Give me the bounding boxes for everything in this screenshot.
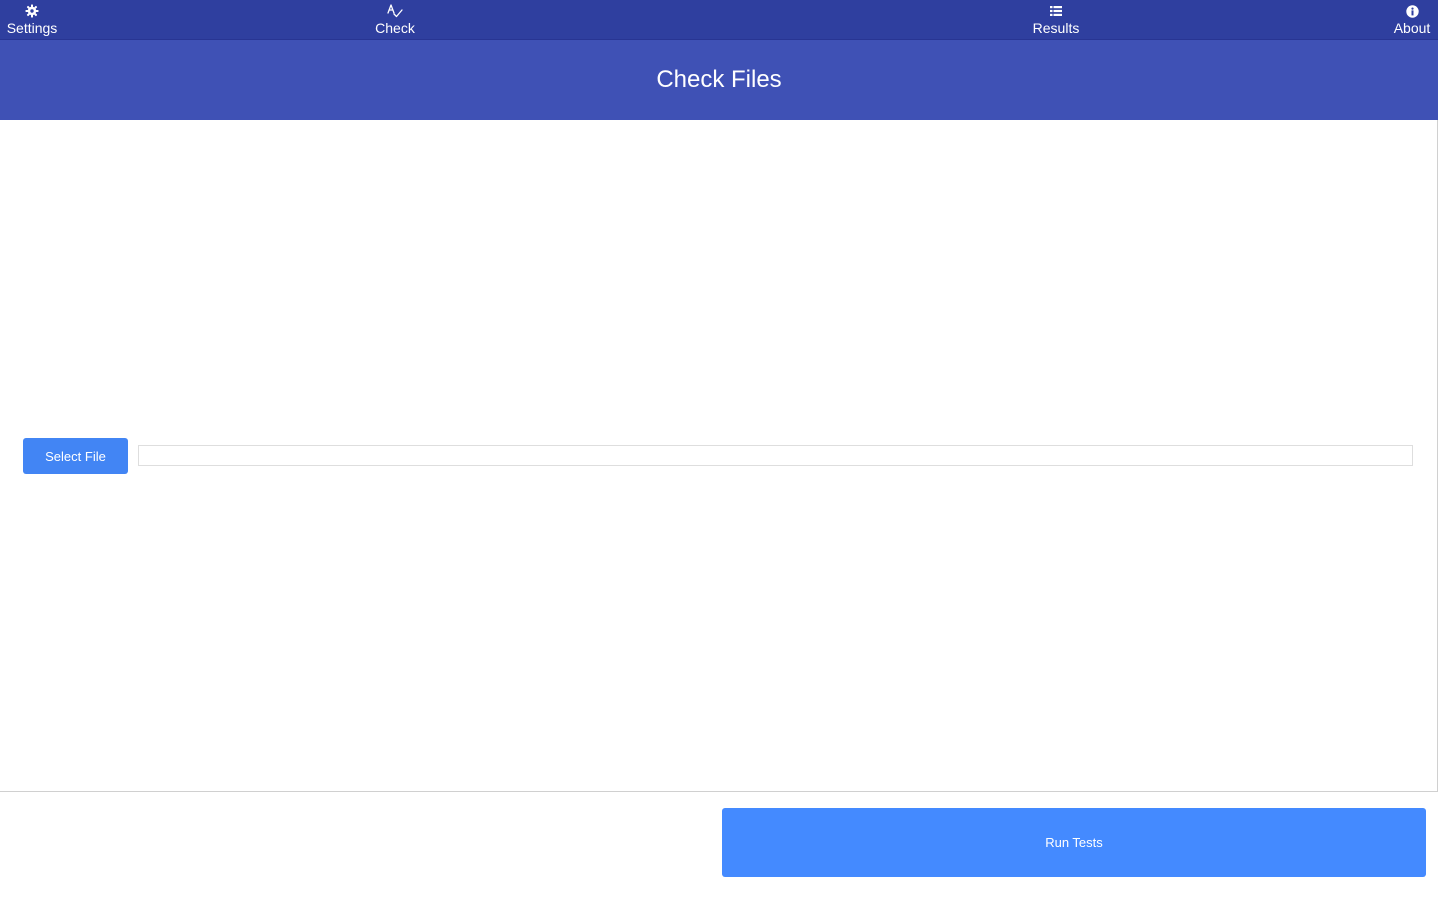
nav-item-settings[interactable]: Settings (4, 0, 60, 40)
select-file-button[interactable]: Select File (23, 438, 128, 474)
info-icon (1405, 2, 1419, 20)
top-navigation-bar: Settings Check Results About (0, 0, 1438, 40)
nav-item-label: Settings (6, 20, 58, 36)
list-icon (1050, 2, 1062, 20)
main-content-panel: Select File (0, 120, 1438, 792)
nav-item-results[interactable]: Results (1028, 0, 1084, 40)
run-tests-button[interactable]: Run Tests (722, 808, 1426, 877)
page-title: Check Files (656, 66, 782, 93)
nav-item-about[interactable]: About (1388, 0, 1436, 40)
nav-item-label: Check (375, 20, 415, 36)
file-path-field[interactable] (138, 445, 1413, 466)
nav-item-check[interactable]: Check (370, 0, 420, 40)
spellcheck-icon (387, 2, 403, 20)
nav-item-label: Results (1032, 20, 1080, 36)
gear-icon (25, 2, 39, 20)
nav-item-label: About (1393, 20, 1431, 36)
page-header: Check Files (0, 40, 1438, 120)
